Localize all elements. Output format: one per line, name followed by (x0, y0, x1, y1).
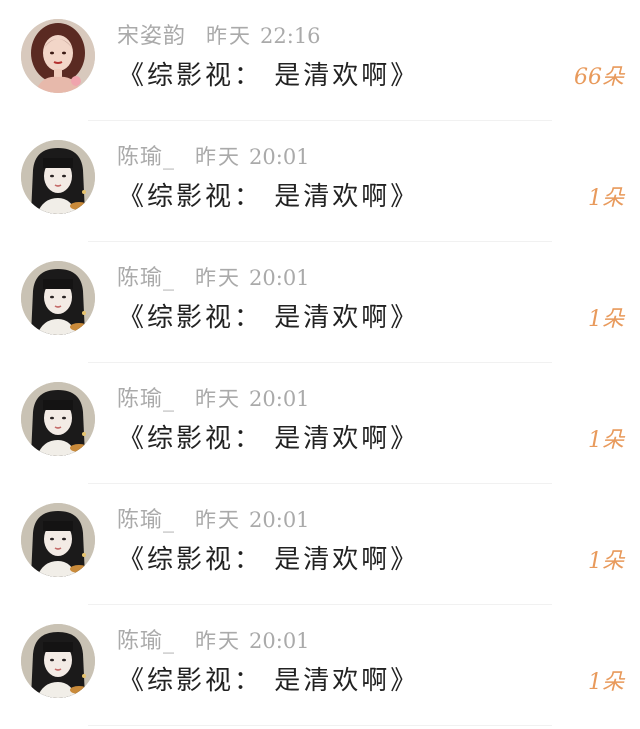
flower-count: 1朵 (588, 670, 624, 695)
flower-count: 1朵 (588, 307, 624, 332)
comment-date: 昨天 (206, 24, 253, 48)
comment-meta: 宋姿韵 昨天 22:16 (117, 20, 321, 52)
username[interactable]: 宋姿韵 (117, 24, 186, 49)
flower-count: 66朵 (574, 65, 624, 90)
comment-date: 昨天 (195, 266, 242, 290)
user-avatar-dark-hair[interactable] (21, 140, 95, 214)
comment-time: 20:01 (249, 266, 310, 290)
comment-time: 20:01 (249, 145, 310, 169)
username[interactable]: 陈瑜_ (117, 387, 175, 412)
comment-time: 20:01 (249, 508, 310, 532)
comment-meta: 陈瑜_ 昨天 20:01 (117, 383, 310, 415)
comment-meta: 陈瑜_ 昨天 20:01 (117, 504, 310, 536)
username[interactable]: 陈瑜_ (117, 266, 175, 291)
user-avatar-dark-hair[interactable] (21, 261, 95, 335)
flower-count: 1朵 (588, 428, 624, 453)
comment-message: 《综影视： 是清欢啊》 (118, 424, 420, 454)
username[interactable]: 陈瑜_ (117, 145, 175, 170)
row-divider (88, 725, 552, 726)
comment-meta: 陈瑜_ 昨天 20:01 (117, 141, 310, 173)
comment-row[interactable]: 陈瑜_ 昨天 20:01 《综影视： 是清欢啊》 1朵 (0, 605, 640, 726)
comment-message: 《综影视： 是清欢啊》 (118, 182, 420, 212)
comment-date: 昨天 (195, 508, 242, 532)
flower-count: 1朵 (588, 549, 624, 574)
comment-message: 《综影视： 是清欢啊》 (118, 303, 420, 333)
comment-time: 20:01 (249, 629, 310, 653)
username[interactable]: 陈瑜_ (117, 508, 175, 533)
user-avatar-dark-hair[interactable] (21, 382, 95, 456)
comment-row[interactable]: 陈瑜_ 昨天 20:01 《综影视： 是清欢啊》 1朵 (0, 121, 640, 242)
flower-count: 1朵 (588, 186, 624, 211)
comment-time: 22:16 (260, 24, 321, 48)
gift-comment-list: 宋姿韵 昨天 22:16 《综影视： 是清欢啊》 66朵 陈瑜_ 昨天 20:01 (0, 0, 640, 729)
comment-message: 《综影视： 是清欢啊》 (118, 61, 420, 91)
comment-meta: 陈瑜_ 昨天 20:01 (117, 625, 310, 657)
comment-row[interactable]: 宋姿韵 昨天 22:16 《综影视： 是清欢啊》 66朵 (0, 0, 640, 121)
comment-message: 《综影视： 是清欢啊》 (118, 666, 420, 696)
comment-message: 《综影视： 是清欢啊》 (118, 545, 420, 575)
username[interactable]: 陈瑜_ (117, 629, 175, 654)
comment-row[interactable]: 陈瑜_ 昨天 20:01 《综影视： 是清欢啊》 1朵 (0, 242, 640, 363)
comment-row[interactable]: 陈瑜_ 昨天 20:01 《综影视： 是清欢啊》 1朵 (0, 363, 640, 484)
comment-time: 20:01 (249, 387, 310, 411)
user-avatar-dark-hair[interactable] (21, 624, 95, 698)
comment-row[interactable]: 陈瑜_ 昨天 20:01 《综影视： 是清欢啊》 1朵 (0, 484, 640, 605)
comment-date: 昨天 (195, 387, 242, 411)
comment-date: 昨天 (195, 145, 242, 169)
comment-date: 昨天 (195, 629, 242, 653)
user-avatar-dark-hair[interactable] (21, 503, 95, 577)
comment-meta: 陈瑜_ 昨天 20:01 (117, 262, 310, 294)
user-avatar-red-hair[interactable] (21, 19, 95, 93)
